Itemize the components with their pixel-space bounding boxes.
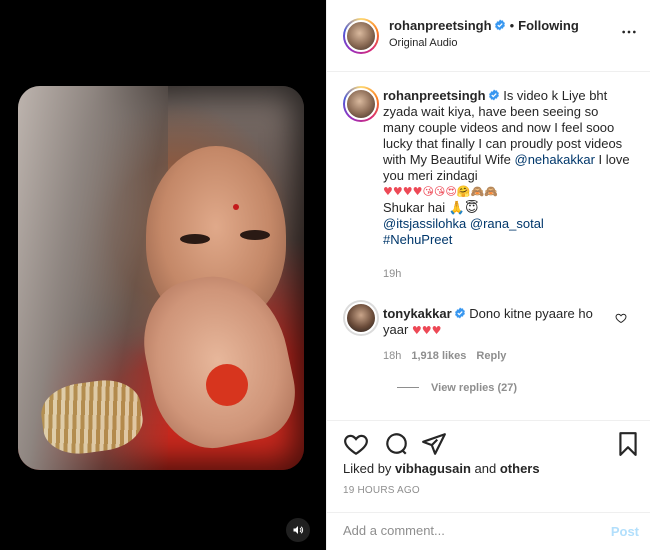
liked-by-user[interactable]: vibhagusain (395, 461, 471, 476)
video-bindi (233, 204, 239, 210)
mention-rana-sotal[interactable]: @rana_sotal (470, 216, 544, 231)
comment-time[interactable]: 18h (383, 350, 401, 362)
speaker-icon (293, 526, 304, 534)
video-eye (240, 230, 270, 240)
view-replies-button[interactable]: View replies (27) (431, 382, 517, 394)
comment-meta: 18h 1,918 likes Reply (383, 350, 506, 362)
avatar-image (345, 88, 377, 120)
liked-by-prefix: Liked by (343, 461, 392, 476)
post-time-ago[interactable]: 19 HOURS AGO (343, 485, 420, 496)
liked-by-others[interactable]: others (500, 461, 540, 476)
header-user-row: rohanpreetsingh • Following (389, 18, 579, 33)
sound-toggle-button[interactable] (286, 518, 310, 542)
post-header: rohanpreetsingh • Following Original Audio (327, 0, 650, 72)
audio-link[interactable]: Original Audio (389, 37, 458, 49)
more-options-icon[interactable] (621, 24, 637, 40)
comments-list[interactable]: rohanpreetsingh Is video k Liye bht zyad… (327, 72, 650, 420)
comment-text-block: tonykakkar Dono kitne pyaare ho yaar ♥♥♥ (383, 306, 603, 339)
following-button[interactable]: Following (518, 18, 579, 33)
video-henna (206, 364, 248, 406)
post-comment-button[interactable]: Post (611, 524, 639, 539)
liked-by-and: and (474, 461, 497, 476)
comment-avatar[interactable] (343, 300, 379, 336)
hashtag-nehupreet[interactable]: #NehuPreet (383, 232, 633, 248)
separator-dot: • (509, 18, 515, 33)
post-media[interactable] (0, 0, 326, 550)
comment-username[interactable]: tonykakkar (383, 306, 452, 321)
comment-likes[interactable]: 1,918 likes (411, 350, 466, 362)
caption-username[interactable]: rohanpreetsingh (383, 88, 486, 103)
avatar-image (345, 20, 377, 52)
avatar[interactable] (343, 18, 379, 54)
save-bookmark-icon[interactable] (615, 431, 641, 457)
header-username[interactable]: rohanpreetsingh (389, 18, 492, 33)
mention-nehakakkar[interactable]: @nehakakkar (515, 152, 595, 167)
caption-emojis: ♥♥♥♥😘😘😍🤗🙈🙈 (383, 185, 498, 198)
caption-avatar[interactable] (343, 86, 379, 122)
post-actions: Liked by vibhagusain and others 19 HOURS… (327, 420, 650, 512)
post-sidebar: rohanpreetsingh • Following Original Audio… (326, 0, 650, 550)
video-eye (180, 234, 210, 244)
share-send-icon[interactable] (421, 431, 447, 457)
caption-time[interactable]: 19h (383, 268, 401, 280)
verified-badge-icon (494, 19, 505, 31)
comment-reply-button[interactable]: Reply (476, 350, 506, 362)
verified-badge-icon (488, 89, 499, 101)
video-frame[interactable] (18, 86, 304, 470)
verified-badge-icon (454, 307, 465, 319)
liked-by-text: Liked by vibhagusain and others (343, 461, 540, 476)
avatar-image (345, 302, 377, 334)
comment-hearts: ♥♥♥ (411, 324, 442, 337)
caption-text-block: rohanpreetsingh Is video k Liye bht zyad… (383, 88, 633, 248)
add-comment-input[interactable] (343, 523, 583, 538)
view-replies-line (397, 387, 419, 388)
comment-like-icon[interactable] (615, 312, 627, 324)
add-comment-bar: Post (327, 512, 650, 550)
like-heart-icon[interactable] (343, 431, 369, 457)
mention-itsjassilohka[interactable]: @itsjassilohka (383, 216, 466, 231)
caption-shukar: Shukar hai 🙏😇 (383, 200, 479, 215)
comment-bubble-icon[interactable] (383, 431, 409, 457)
